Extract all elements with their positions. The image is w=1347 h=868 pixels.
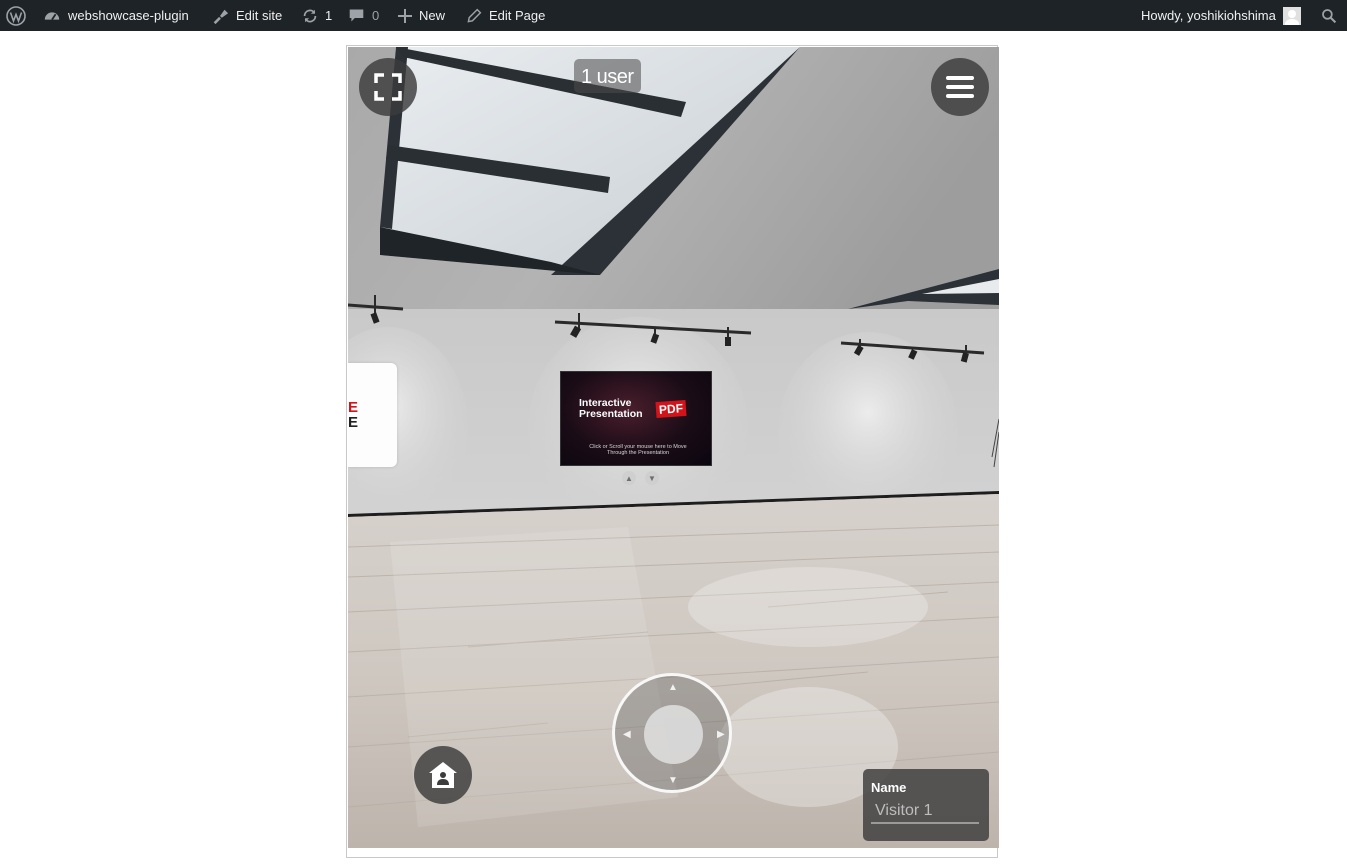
updates-count: 1	[325, 8, 333, 23]
chevron-up-icon: ▲	[625, 473, 633, 483]
new-content-link[interactable]: New	[398, 0, 445, 31]
left-sign-line2: E	[348, 414, 359, 431]
wordpress-logo-icon	[6, 5, 26, 26]
updates-link[interactable]: 1	[301, 0, 332, 31]
joystick-right-arrow: ▶	[717, 729, 725, 740]
edit-site-link[interactable]: Edit site	[211, 0, 282, 31]
search-button[interactable]	[1321, 0, 1337, 31]
search-icon	[1322, 8, 1337, 23]
hamburger-menu-icon	[946, 76, 974, 98]
chevron-down-icon: ▼	[648, 473, 656, 483]
joystick-down-arrow: ▼	[668, 775, 678, 786]
joystick-up-arrow: ▲	[668, 682, 678, 693]
brush-icon	[213, 9, 229, 24]
poster-title: Interactive Presentation	[579, 397, 643, 420]
joystick-left-arrow: ◀	[623, 729, 631, 740]
plus-icon	[398, 8, 412, 23]
pencil-icon	[467, 8, 482, 23]
refresh-icon	[303, 9, 317, 22]
poster-subtitle: Click or Scroll your mouse here to Move …	[589, 444, 687, 456]
edit-page-link[interactable]: Edit Page	[466, 0, 545, 31]
left-wall-sign[interactable]: E E	[348, 363, 397, 467]
site-name-link[interactable]: webshowcase-plugin	[43, 0, 189, 31]
poster-next-button[interactable]: ▼	[645, 471, 659, 485]
site-name-label: webshowcase-plugin	[68, 8, 189, 23]
edit-page-label: Edit Page	[489, 8, 546, 23]
howdy-label: Howdy, yoshikiohshima	[1141, 8, 1276, 23]
wordpress-logo-button[interactable]	[6, 0, 26, 31]
comments-count: 0	[372, 8, 380, 23]
menu-button[interactable]	[931, 58, 989, 116]
home-button[interactable]	[414, 746, 472, 804]
home-icon	[429, 762, 457, 788]
comment-icon	[349, 9, 364, 22]
dashboard-icon	[44, 11, 60, 20]
name-label: Name	[871, 780, 907, 795]
3d-gallery-viewport[interactable]: E E Interactive Presentation PDF Click o…	[348, 47, 999, 848]
admin-bar: webshowcase-plugin Edit site 1 0 New Edi…	[0, 0, 1347, 31]
poster-prev-button[interactable]: ▲	[622, 471, 636, 485]
joystick-knob[interactable]	[644, 705, 703, 764]
comments-link[interactable]: 0	[348, 0, 379, 31]
edit-site-label: Edit site	[236, 8, 283, 23]
pdf-badge: PDF	[655, 399, 687, 419]
movement-joystick[interactable]: ▲ ▼ ◀ ▶	[612, 673, 732, 793]
fullscreen-button[interactable]	[359, 58, 417, 116]
left-sign-line1: E	[348, 399, 359, 416]
user-count-badge: 1 user	[574, 59, 641, 93]
name-panel: Name	[863, 769, 989, 841]
my-account-link[interactable]: Howdy, yoshikiohshima	[1141, 0, 1301, 31]
fullscreen-icon	[374, 73, 402, 101]
new-label: New	[419, 8, 446, 23]
name-input[interactable]	[871, 800, 979, 824]
presentation-poster[interactable]: Interactive Presentation PDF Click or Sc…	[560, 371, 712, 466]
avatar-icon	[1282, 6, 1301, 25]
